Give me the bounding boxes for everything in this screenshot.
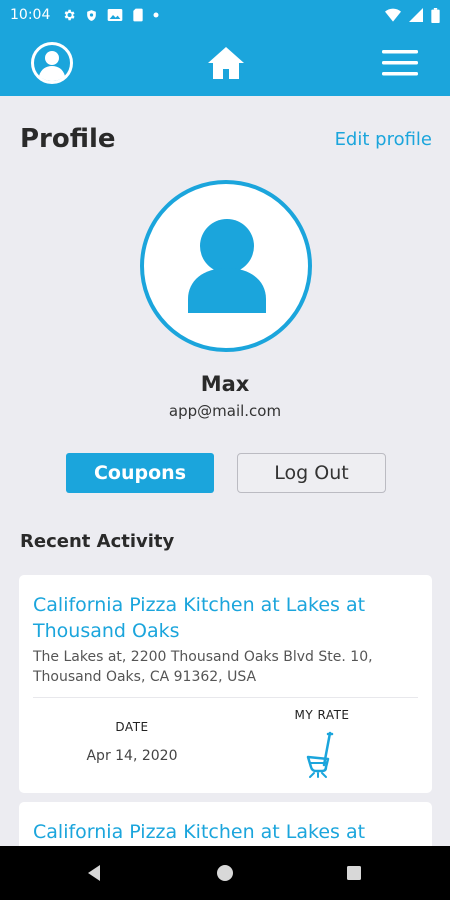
status-right-icons [385, 7, 440, 23]
system-home-button[interactable] [205, 846, 245, 900]
battery-icon [431, 7, 440, 23]
my-rate-label: MY RATE [294, 708, 350, 722]
user-name: Max [200, 372, 250, 396]
user-avatar-icon [188, 219, 266, 313]
shield-icon [87, 9, 97, 21]
user-email: app@mail.com [168, 402, 282, 420]
dot-icon [153, 12, 159, 18]
back-icon [88, 865, 100, 881]
status-bar: 10:04 [0, 0, 450, 30]
coupons-button[interactable]: Coupons [66, 453, 214, 493]
status-left-icons [62, 8, 159, 23]
visit-date: Apr 14, 2020 [86, 748, 178, 764]
log-out-button[interactable]: Log Out [237, 453, 386, 493]
date-label: DATE [115, 720, 149, 734]
profile-screen: Profile Edit profile Max app@mail.com Co… [0, 96, 450, 846]
system-nav-bar [0, 846, 450, 900]
recent-activity-heading: Recent Activity [20, 531, 175, 552]
shovel-icon [306, 731, 334, 778]
home-button[interactable] [202, 30, 250, 96]
restaurant-address: The Lakes at, 2200 Thousand Oaks Blvd St… [33, 649, 373, 685]
activity-card[interactable]: California Pizza Kitchen at Lakes at [19, 802, 432, 846]
recents-square-icon [347, 866, 361, 880]
avatar [140, 180, 312, 352]
restaurant-name[interactable]: California Pizza Kitchen at Lakes at Tho… [33, 592, 423, 644]
image-icon [108, 9, 123, 21]
menu-button[interactable] [380, 30, 420, 96]
back-button[interactable] [74, 846, 114, 900]
restaurant-name[interactable]: California Pizza Kitchen at Lakes at [33, 819, 423, 845]
status-time: 10:04 [10, 7, 51, 23]
sim-card-icon [133, 8, 144, 22]
profile-icon [31, 42, 73, 84]
card-divider [33, 697, 418, 698]
app-bar [0, 30, 450, 96]
edit-profile-link[interactable]: Edit profile [335, 129, 432, 150]
menu-icon [382, 50, 418, 76]
home-circle-icon [217, 865, 233, 881]
wifi-icon [385, 8, 401, 22]
page-title: Profile [20, 124, 116, 154]
activity-card[interactable]: California Pizza Kitchen at Lakes at Tho… [19, 575, 432, 793]
cellular-signal-icon [409, 8, 423, 22]
settings-icon [64, 9, 75, 21]
profile-button[interactable] [28, 30, 76, 96]
home-icon [208, 47, 244, 79]
recents-button[interactable] [334, 846, 374, 900]
